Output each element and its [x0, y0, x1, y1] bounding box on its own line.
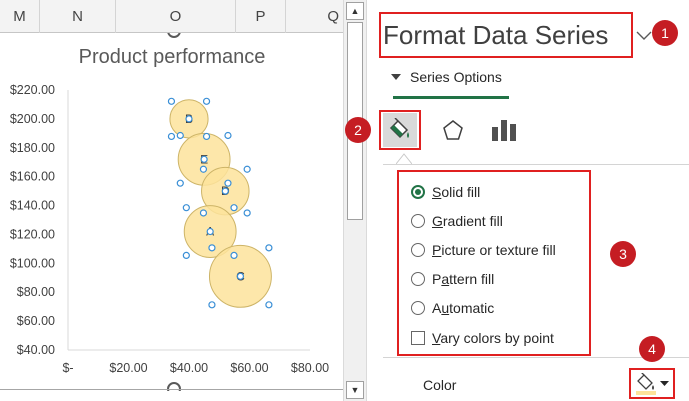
y-axis-ticks: $40.00 $60.00 $80.00 $100.00 $120.00 $140.00 $…	[10, 83, 55, 357]
highlight-box-color	[629, 368, 675, 399]
step-badge-2: 2	[345, 117, 371, 143]
chart-border-bottom	[0, 389, 343, 390]
column-headers: M N O P Q	[0, 0, 343, 33]
x-tick-label: $80.00	[291, 361, 329, 375]
effects-tab[interactable]	[436, 113, 470, 147]
selection-handle	[265, 301, 273, 309]
selection-handle	[167, 132, 176, 141]
selection-handle	[243, 165, 251, 173]
vertical-scrollbar[interactable]: ▲ ▼	[343, 0, 367, 401]
step-badge-3: 3	[610, 241, 636, 267]
x-tick-label: $-	[62, 361, 73, 375]
pane-options-chevron-icon[interactable]	[634, 28, 654, 44]
step-badge-4: 4	[639, 336, 665, 362]
x-axis-ticks: $- $20.00 $40.00 $60.00 $80.00	[62, 361, 329, 375]
y-tick-label: $200.00	[10, 112, 55, 126]
worksheet: M N O P Q Product performance $40.00 $60.…	[0, 0, 343, 401]
scroll-up-arrow[interactable]: ▲	[346, 2, 364, 20]
selection-handle	[199, 209, 208, 217]
color-label: Color	[423, 377, 457, 393]
y-tick-label: $160.00	[10, 170, 55, 184]
vary-colors-label: Vary colors by point	[432, 330, 554, 346]
selection-handle	[206, 227, 214, 236]
y-tick-label: $180.00	[10, 141, 55, 155]
x-tick-label: $20.00	[109, 361, 147, 375]
selection-handle	[202, 97, 211, 105]
y-tick-label: $100.00	[10, 256, 55, 270]
solid-fill-option[interactable]: Solid fill	[411, 184, 480, 200]
selection-handle	[224, 131, 232, 140]
picture-fill-radio[interactable]	[411, 243, 425, 257]
column-header-p[interactable]: P	[236, 0, 286, 33]
format-pane: Format Data Series 1 Series Options 2 3 …	[345, 0, 689, 401]
selection-handle	[185, 115, 193, 123]
series-options-underline	[393, 96, 509, 99]
selection-handle	[221, 187, 229, 195]
automatic-fill-option[interactable]: Automatic	[411, 300, 494, 316]
selection-handle	[208, 301, 216, 309]
pentagon-icon	[443, 120, 463, 140]
selection-handle	[202, 132, 211, 141]
x-tick-label: $40.00	[170, 361, 208, 375]
y-tick-label: $60.00	[17, 314, 55, 328]
caret-down-icon	[391, 73, 401, 80]
selection-handle	[176, 131, 184, 140]
tabs-divider	[383, 164, 689, 165]
bubble-chart[interactable]: Product performance $40.00 $60.00 $80.00 $1…	[0, 33, 343, 391]
pattern-fill-radio[interactable]	[411, 272, 425, 286]
pattern-fill-option[interactable]: Pattern fill	[411, 271, 494, 287]
selection-handle	[265, 244, 273, 252]
solid-fill-radio[interactable]	[411, 185, 425, 199]
y-tick-label: $80.00	[17, 285, 55, 299]
chart-resize-handle-top[interactable]	[167, 33, 181, 38]
step-badge-1: 1	[652, 20, 678, 46]
solid-fill-label: Solid fill	[432, 184, 481, 200]
gradient-fill-label: Gradient fill	[432, 213, 503, 229]
x-tick-label: $60.00	[230, 361, 268, 375]
column-header-n[interactable]: N	[40, 0, 116, 33]
y-tick-label: $140.00	[10, 199, 55, 213]
bubble-series[interactable]: BEDAC	[169, 99, 272, 308]
selection-handle	[176, 179, 184, 187]
series-options-label: Series Options	[410, 69, 502, 85]
selection-handle	[182, 251, 190, 260]
selection-handle	[243, 209, 251, 217]
column-header-o[interactable]: O	[116, 0, 236, 33]
selection-handle	[199, 165, 208, 173]
selection-handle	[182, 204, 190, 212]
pattern-fill-label: Pattern fill	[432, 271, 495, 287]
selection-handle	[230, 204, 238, 212]
highlight-box-title	[379, 12, 633, 58]
series-options-tab[interactable]	[487, 113, 521, 147]
scroll-down-arrow[interactable]: ▼	[346, 381, 364, 399]
selection-handle	[236, 272, 245, 280]
selection-handle	[167, 97, 176, 105]
series-options-header[interactable]: Series Options	[391, 69, 502, 85]
vary-colors-checkbox[interactable]	[411, 331, 425, 345]
vary-colors-option[interactable]: Vary colors by point	[411, 330, 554, 346]
y-tick-label: $120.00	[10, 227, 55, 241]
picture-fill-option[interactable]: Picture or texture fill	[411, 242, 556, 258]
automatic-fill-radio[interactable]	[411, 301, 425, 315]
y-tick-label: $220.00	[10, 83, 55, 97]
gradient-fill-radio[interactable]	[411, 214, 425, 228]
selection-handle	[224, 179, 232, 187]
automatic-fill-label: Automatic	[432, 300, 495, 316]
selection-handle	[200, 155, 208, 163]
selection-handle	[230, 251, 238, 260]
column-header-q[interactable]: Q	[286, 0, 343, 33]
gradient-fill-option[interactable]: Gradient fill	[411, 213, 503, 229]
picture-fill-label: Picture or texture fill	[432, 242, 556, 258]
column-header-m[interactable]: M	[0, 0, 40, 33]
highlight-box-fill-tab	[379, 110, 421, 150]
bar-chart-icon	[492, 120, 516, 141]
y-tick-label: $40.00	[17, 343, 55, 357]
selection-handle	[208, 244, 216, 252]
chart-title[interactable]: Product performance	[79, 46, 266, 68]
